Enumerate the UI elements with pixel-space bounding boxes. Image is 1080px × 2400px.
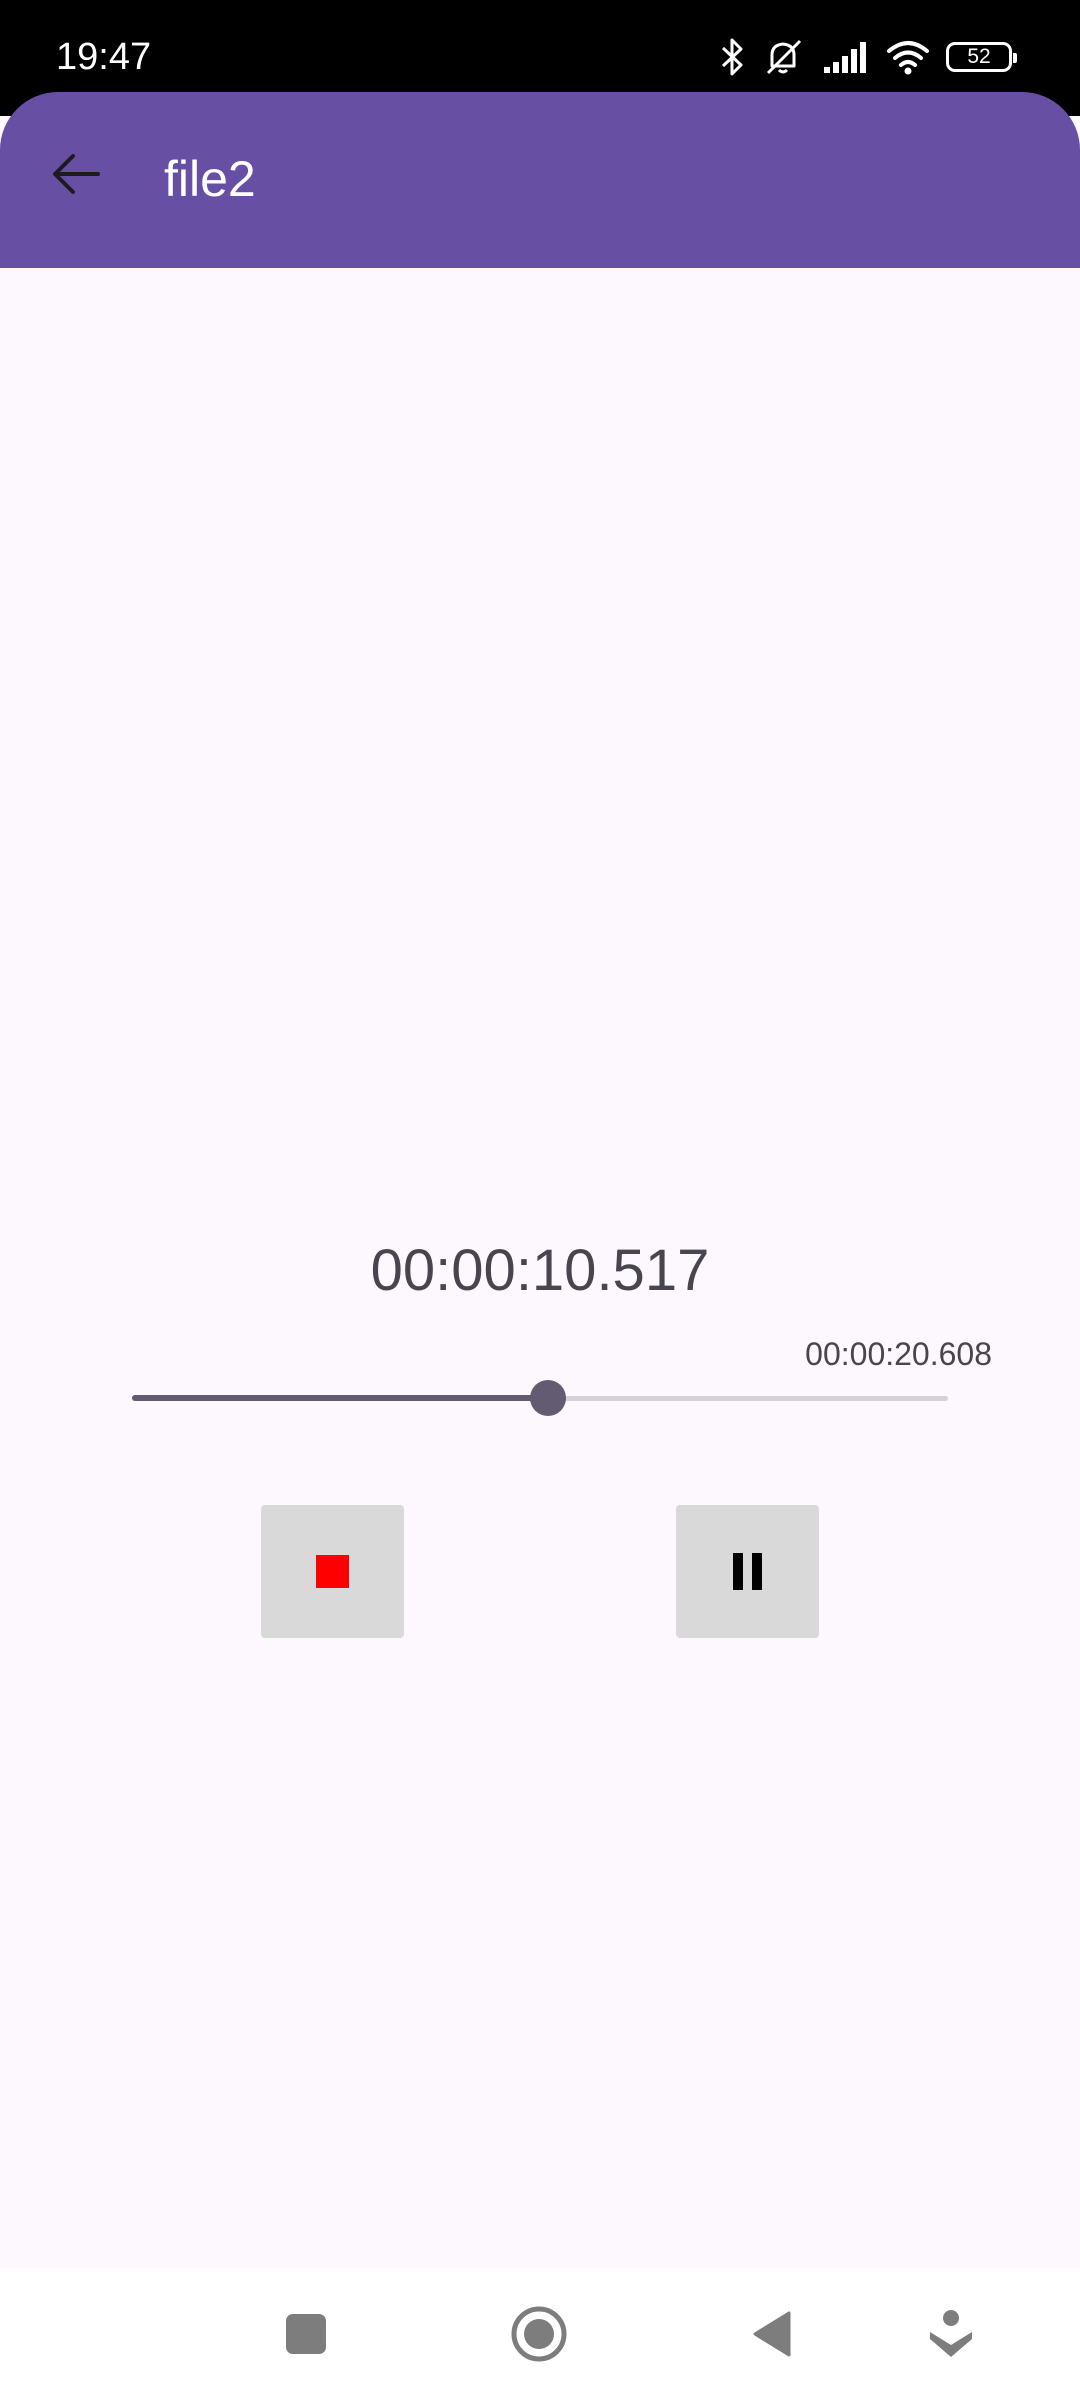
stop-icon: [316, 1555, 349, 1588]
back-button[interactable]: [36, 134, 116, 214]
total-duration: 00:00:20.608: [805, 1336, 992, 1372]
slider-thumb[interactable]: [530, 1380, 567, 1416]
silent-mode-icon: [766, 39, 802, 75]
wifi-icon: [887, 41, 929, 75]
pause-button[interactable]: [676, 1505, 819, 1638]
navigation-bar: [0, 2268, 1080, 2400]
home-button[interactable]: [499, 2294, 579, 2374]
seek-slider[interactable]: [132, 1372, 948, 1424]
stop-button[interactable]: [261, 1505, 404, 1638]
system-back-button[interactable]: [732, 2294, 812, 2374]
assistant-button[interactable]: [911, 2294, 991, 2374]
app-bar: file2: [0, 92, 1080, 268]
page-title: file2: [164, 151, 256, 207]
battery-icon: 52: [946, 42, 1017, 72]
recents-button[interactable]: [266, 2294, 346, 2374]
slider-progress: [132, 1395, 549, 1401]
back-triangle-icon: [753, 2311, 791, 2357]
home-circle-icon: [511, 2306, 567, 2362]
status-time: 19:47: [56, 36, 152, 78]
pause-icon: [733, 1553, 762, 1590]
signal-icon: [824, 42, 866, 73]
arrow-back-icon: [53, 154, 100, 194]
assistant-icon: [930, 2310, 972, 2357]
recents-square-icon: [286, 2314, 326, 2354]
battery-level: 52: [967, 45, 991, 68]
bluetooth-icon: [721, 38, 743, 76]
status-icons: 52: [720, 34, 1017, 80]
elapsed-time: 00:00:10.517: [370, 1238, 710, 1303]
